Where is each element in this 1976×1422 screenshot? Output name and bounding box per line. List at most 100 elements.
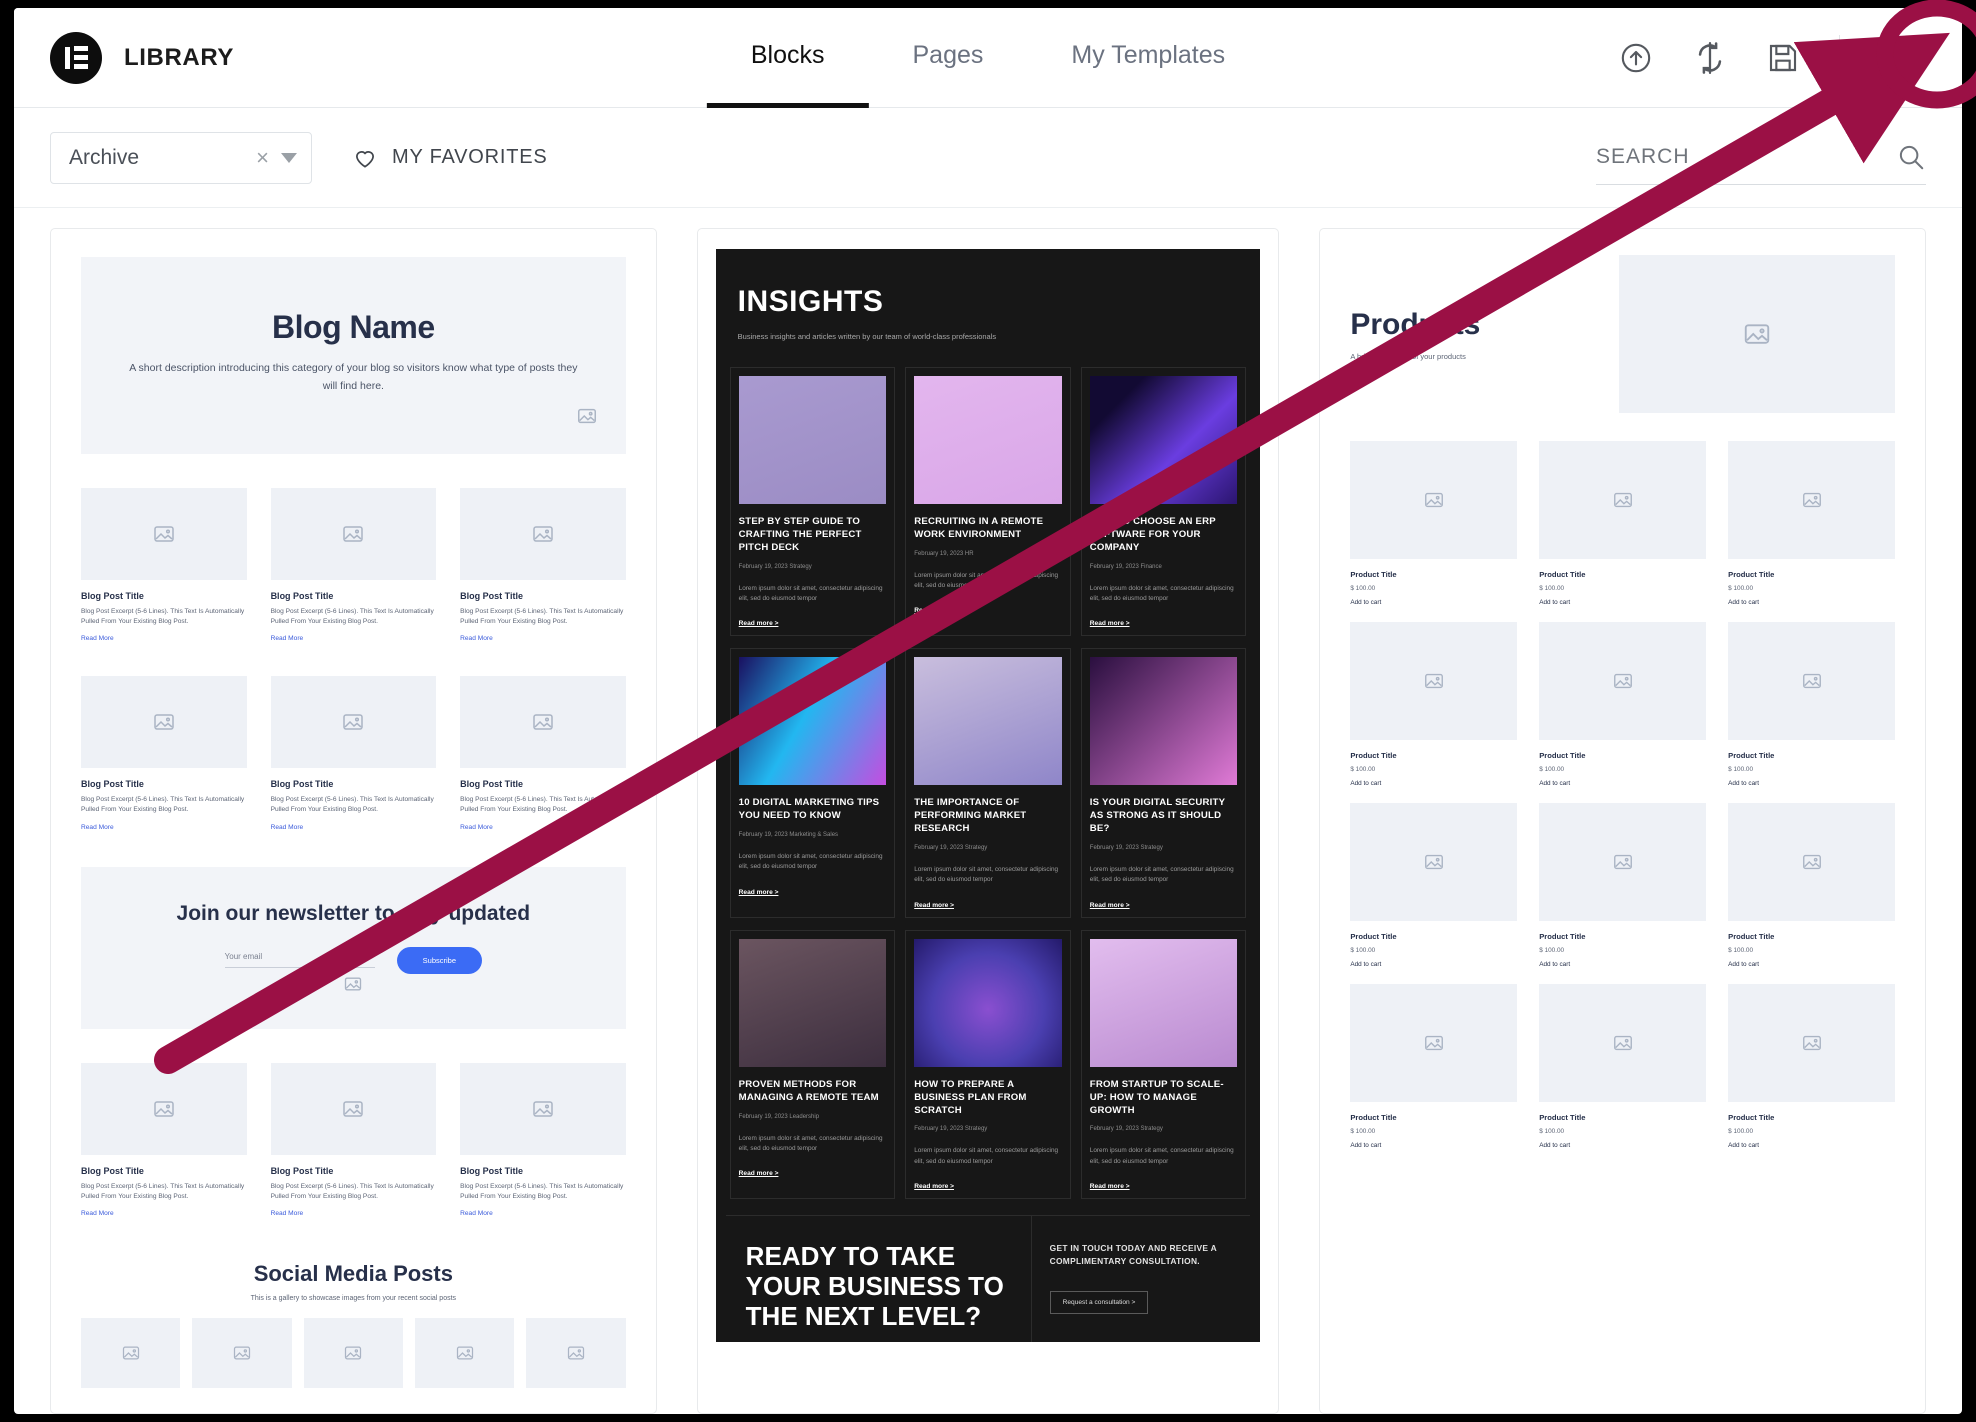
tab-blocks[interactable]: Blocks <box>706 8 869 108</box>
search-box <box>1596 131 1926 185</box>
list-item[interactable]: Blog Post Title Blog Post Excerpt (5-6 L… <box>460 676 626 831</box>
add-to-cart-link[interactable]: Add to cart <box>1728 961 1895 968</box>
clear-icon[interactable]: × <box>256 145 269 171</box>
template-card-blog[interactable]: Blog Name A short description introducin… <box>50 228 657 1414</box>
blog-post-row-2: Blog Post Title Blog Post Excerpt (5-6 L… <box>81 676 626 831</box>
list-item[interactable]: Blog Post Title Blog Post Excerpt (5-6 L… <box>81 1062 247 1217</box>
list-item[interactable]: Product Title $ 100.00 Add to cart <box>1728 441 1896 606</box>
read-more-link[interactable]: Read More <box>460 824 626 831</box>
tab-my-templates[interactable]: My Templates <box>1027 8 1269 108</box>
list-item[interactable]: PROVEN METHODS FOR MANAGING A REMOTE TEA… <box>729 929 896 1199</box>
post-excerpt: Blog Post Excerpt (5-6 Lines). This Text… <box>81 796 245 814</box>
list-item[interactable]: Product Title $ 100.00 Add to cart <box>1539 441 1707 606</box>
list-item[interactable]: Product Title $ 100.00 Add to cart <box>1728 984 1896 1149</box>
list-item[interactable]: THE IMPORTANCE OF PERFORMING MARKET RESE… <box>905 648 1071 918</box>
read-more-link[interactable]: Read more > <box>1090 1183 1238 1190</box>
list-item[interactable]: Product Title $ 100.00 Add to cart <box>1350 803 1518 968</box>
tab-pages[interactable]: Pages <box>868 8 1027 108</box>
image-placeholder-icon <box>1350 984 1518 1102</box>
add-to-cart-link[interactable]: Add to cart <box>1350 780 1517 787</box>
list-item[interactable]: Product Title $ 100.00 Add to cart <box>1539 622 1707 787</box>
chevron-down-icon[interactable] <box>281 152 297 163</box>
add-to-cart-link[interactable]: Add to cart <box>1728 780 1895 787</box>
add-to-cart-link[interactable]: Add to cart <box>1728 599 1895 606</box>
image-placeholder-icon <box>1728 622 1896 740</box>
list-item[interactable]: HOW TO PREPARE A BUSINESS PLAN FROM SCRA… <box>905 929 1071 1199</box>
list-item[interactable]: Product Title $ 100.00 Add to cart <box>1539 803 1707 968</box>
list-item[interactable]: Blog Post Title Blog Post Excerpt (5-6 L… <box>81 487 247 642</box>
list-item[interactable]: Product Title $ 100.00 Add to cart <box>1728 803 1896 968</box>
search-input[interactable] <box>1596 145 1896 169</box>
read-more-link[interactable]: Read more > <box>914 607 1062 614</box>
blog-hero-desc: A short description introducing this cat… <box>129 362 578 392</box>
subscribe-button[interactable]: Subscribe <box>396 946 483 974</box>
add-to-cart-link[interactable]: Add to cart <box>1350 599 1517 606</box>
template-card-products[interactable]: Products A brief description of your pro… <box>1319 228 1927 1414</box>
read-more-link[interactable]: Read More <box>271 824 437 831</box>
list-item[interactable]: Blog Post Title Blog Post Excerpt (5-6 L… <box>270 1062 437 1217</box>
read-more-link[interactable]: Read more > <box>739 889 887 896</box>
search-icon[interactable] <box>1896 142 1926 172</box>
list-item[interactable]: Blog Post Title Blog Post Excerpt (5-6 L… <box>270 676 437 831</box>
email-field[interactable]: Your email <box>224 952 375 969</box>
sync-icon[interactable] <box>1693 41 1727 75</box>
image-placeholder-icon <box>81 676 247 769</box>
brand: LIBRARY <box>14 31 234 84</box>
post-title: Blog Post Title <box>270 590 334 601</box>
product-title: Product Title <box>1728 932 1775 941</box>
template-card-insights[interactable]: INSIGHTS Business insights and articles … <box>696 228 1280 1414</box>
read-more-link[interactable]: Read more > <box>914 902 1062 909</box>
read-more-link[interactable]: Read More <box>81 635 247 642</box>
add-to-cart-link[interactable]: Add to cart <box>1350 961 1517 968</box>
upload-icon[interactable] <box>1619 41 1653 75</box>
list-item[interactable]: Product Title $ 100.00 Add to cart <box>1350 984 1518 1149</box>
article-meta: February 19, 2023 Strategy <box>738 563 812 570</box>
add-to-cart-link[interactable]: Add to cart <box>1350 1142 1517 1149</box>
read-more-link[interactable]: Read more > <box>739 1170 887 1177</box>
image-placeholder-icon <box>1619 255 1896 413</box>
request-consultation-button[interactable]: Request a consultation > <box>1049 1290 1149 1314</box>
add-to-cart-link[interactable]: Add to cart <box>1539 599 1706 606</box>
read-more-link[interactable]: Read more > <box>914 1183 1062 1190</box>
list-item[interactable]: HOW TO CHOOSE AN ERP SOFTWARE FOR YOUR C… <box>1080 367 1247 637</box>
read-more-link[interactable]: Read More <box>460 635 626 642</box>
product-row: Product Title $ 100.00 Add to cart Produ… <box>1350 622 1896 787</box>
list-item[interactable]: Product Title $ 100.00 Add to cart <box>1350 622 1518 787</box>
article-meta: February 19, 2023 HR <box>914 550 974 557</box>
save-icon[interactable] <box>1767 42 1799 74</box>
read-more-link[interactable]: Read More <box>81 824 247 831</box>
list-item[interactable]: Blog Post Title Blog Post Excerpt (5-6 L… <box>81 676 247 831</box>
list-item[interactable]: STEP BY STEP GUIDE TO CRAFTING THE PERFE… <box>729 367 896 637</box>
add-to-cart-link[interactable]: Add to cart <box>1539 1142 1706 1149</box>
list-item[interactable]: Blog Post Title Blog Post Excerpt (5-6 L… <box>460 1062 626 1217</box>
article-title: THE IMPORTANCE OF PERFORMING MARKET RESE… <box>914 797 1027 835</box>
list-item[interactable]: Blog Post Title Blog Post Excerpt (5-6 L… <box>460 487 626 642</box>
list-item[interactable]: Product Title $ 100.00 Add to cart <box>1539 984 1707 1149</box>
add-to-cart-link[interactable]: Add to cart <box>1539 961 1706 968</box>
add-to-cart-link[interactable]: Add to cart <box>1539 780 1706 787</box>
category-select[interactable]: Archive × <box>50 131 312 184</box>
list-item[interactable]: Product Title $ 100.00 Add to cart <box>1728 622 1896 787</box>
insights-row-2: 10 DIGITAL MARKETING TIPS YOU NEED TO KN… <box>726 648 1251 929</box>
article-image <box>914 657 1062 786</box>
modal-header: LIBRARY Blocks Pages My Templates <box>14 8 1962 108</box>
newsletter-section: Join our newsletter to stay updated Your… <box>81 866 626 1029</box>
read-more-link[interactable]: Read More <box>460 1210 626 1217</box>
add-to-cart-link[interactable]: Add to cart <box>1728 1142 1895 1149</box>
list-item[interactable]: IS YOUR DIGITAL SECURITY AS STRONG AS IT… <box>1080 648 1247 918</box>
close-icon[interactable] <box>1880 40 1916 76</box>
read-more-link[interactable]: Read More <box>271 635 437 642</box>
read-more-link[interactable]: Read more > <box>739 620 887 627</box>
read-more-link[interactable]: Read more > <box>1090 902 1238 909</box>
product-title: Product Title <box>1350 932 1397 941</box>
read-more-link[interactable]: Read More <box>271 1210 437 1217</box>
read-more-link[interactable]: Read more > <box>1090 620 1238 627</box>
read-more-link[interactable]: Read More <box>81 1210 247 1217</box>
list-item[interactable]: Blog Post Title Blog Post Excerpt (5-6 L… <box>270 487 437 642</box>
list-item[interactable]: 10 DIGITAL MARKETING TIPS YOU NEED TO KN… <box>729 648 896 918</box>
my-favorites-button[interactable]: MY FAVORITES <box>352 145 548 171</box>
list-item[interactable]: Product Title $ 100.00 Add to cart <box>1350 441 1518 606</box>
list-item[interactable]: FROM STARTUP TO SCALE-UP: HOW TO MANAGE … <box>1080 929 1247 1199</box>
template-grid: Blog Name A short description introducin… <box>14 208 1962 1414</box>
list-item[interactable]: RECRUITING IN A REMOTE WORK ENVIRONMENT … <box>905 367 1071 637</box>
